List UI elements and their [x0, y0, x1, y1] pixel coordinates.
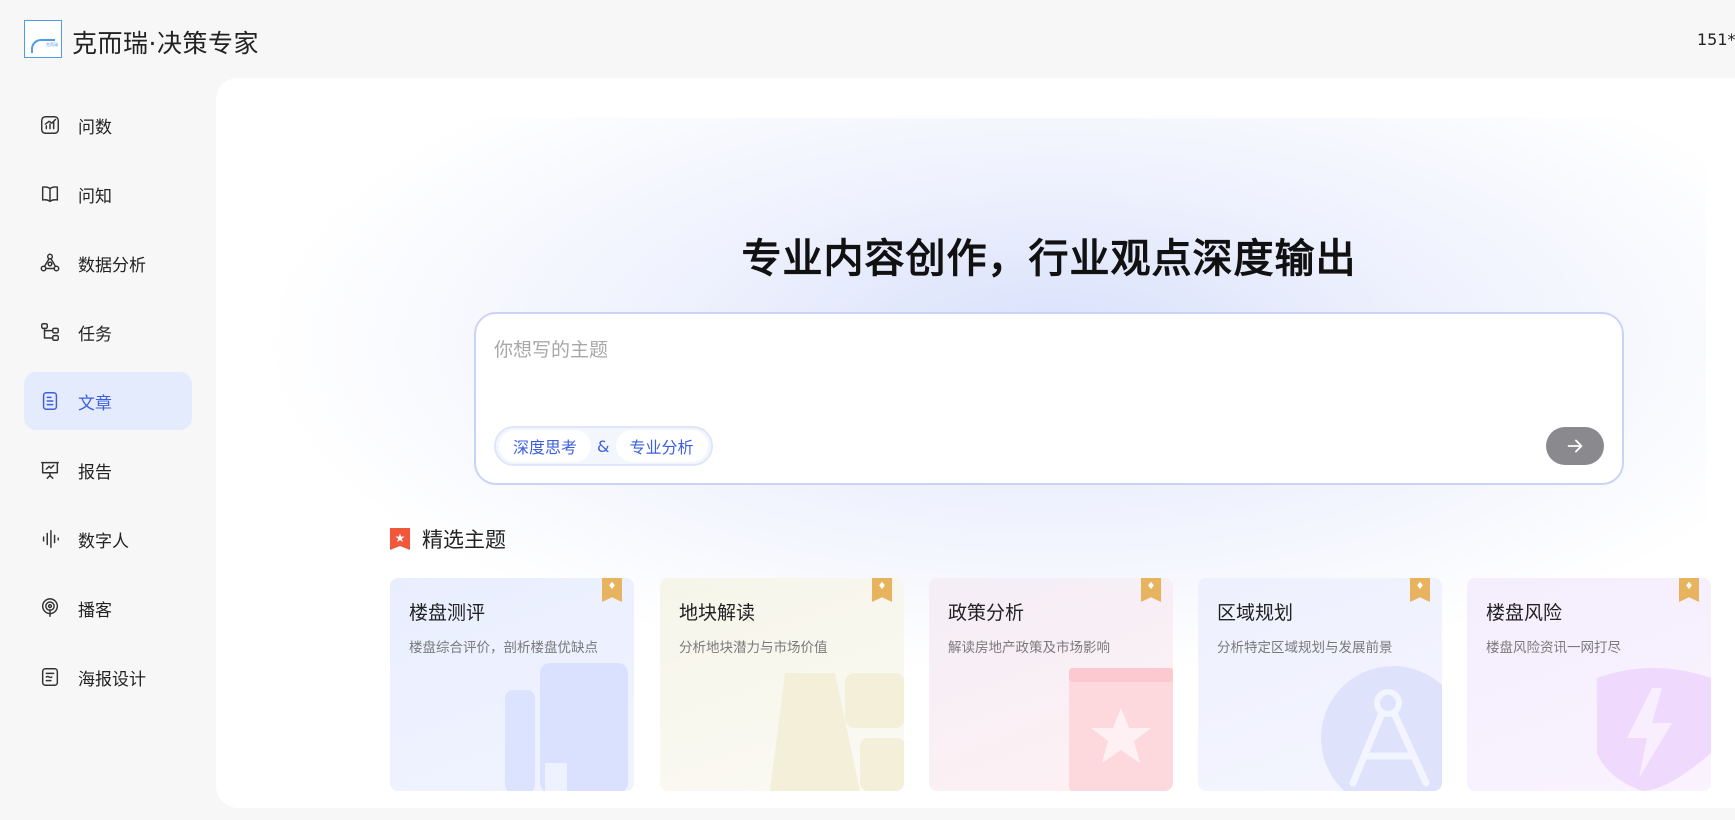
sidebar-item-articles[interactable]: 文章 — [24, 372, 192, 430]
sidebar-item-digital-human[interactable]: 数字人 — [24, 510, 192, 568]
presentation-icon — [38, 458, 62, 482]
featured-topics-header: ★ 精选主题 — [390, 524, 506, 554]
chart-icon — [38, 113, 62, 137]
topic-card-property-review[interactable]: 楼盘测评 楼盘综合评价，剖析楼盘优缺点 ♦ — [390, 578, 634, 791]
sidebar-item-label: 播客 — [78, 600, 112, 621]
sidebar-item-label: 报告 — [78, 462, 112, 483]
card-description: 楼盘综合评价，剖析楼盘优缺点 — [409, 640, 598, 656]
document-icon — [38, 389, 62, 413]
card-description: 分析地块潜力与市场价值 — [679, 640, 828, 656]
sidebar-item-reports[interactable]: 报告 — [24, 441, 192, 499]
sidebar-item-label: 问知 — [78, 186, 112, 207]
topic-card-regional-planning[interactable]: 区域规划 分析特定区域规划与发展前景 ♦ — [1198, 578, 1442, 791]
book-icon — [38, 182, 62, 206]
user-account[interactable]: 151** — [1697, 30, 1735, 49]
sidebar-item-tasks[interactable]: 任务 — [24, 303, 192, 361]
brand-logo[interactable]: 克而瑞 — [24, 20, 62, 58]
sidebar-item-label: 任务 — [78, 324, 112, 345]
mode-chip-group: 深度思考 & 专业分析 — [494, 426, 713, 466]
sidebar-item-wenzhi[interactable]: 问知 — [24, 165, 192, 223]
main-panel: 专业内容创作，行业观点深度输出 深度思考 & 专业分析 ★ 精选主题 楼盘测评 … — [216, 78, 1735, 808]
logo-text: 克而瑞 — [46, 42, 58, 47]
card-title: 楼盘测评 — [409, 602, 486, 624]
sidebar-item-label: 问数 — [78, 117, 112, 138]
network-icon — [38, 251, 62, 275]
card-title: 地块解读 — [679, 602, 756, 624]
card-title: 楼盘风险 — [1486, 602, 1563, 624]
chip-deep-thinking[interactable]: 深度思考 — [499, 430, 592, 462]
waveform-icon — [38, 527, 62, 551]
card-description: 分析特定区域规划与发展前景 — [1217, 640, 1393, 656]
sidebar-item-label: 海报设计 — [78, 669, 146, 690]
card-title: 区域规划 — [1217, 602, 1294, 624]
chip-professional-analysis[interactable]: 专业分析 — [615, 430, 708, 462]
tree-icon — [38, 320, 62, 344]
top-bar: 克而瑞 克而瑞·决策专家 151** — [0, 0, 1735, 78]
sidebar-item-data-analysis[interactable]: 数据分析 — [24, 234, 192, 292]
poster-icon — [38, 665, 62, 689]
sidebar-item-label: 文章 — [78, 393, 112, 414]
podcast-icon — [38, 596, 62, 620]
topic-card-land-analysis[interactable]: 地块解读 分析地块潜力与市场价值 ♦ — [660, 578, 904, 791]
topic-input[interactable] — [494, 332, 1594, 368]
card-description: 解读房地产政策及市场影响 — [948, 640, 1110, 656]
topic-composer: 深度思考 & 专业分析 — [474, 312, 1624, 485]
topic-card-policy-analysis[interactable]: 政策分析 解读房地产政策及市场影响 ♦ — [929, 578, 1173, 791]
sidebar-item-podcast[interactable]: 播客 — [24, 579, 192, 637]
card-description: 楼盘风险资讯一网打尽 — [1486, 640, 1621, 656]
sidebar-item-label: 数据分析 — [78, 255, 146, 276]
topic-card-property-risk[interactable]: 楼盘风险 楼盘风险资讯一网打尽 ♦ — [1467, 578, 1711, 791]
arrow-right-icon — [1567, 439, 1583, 453]
star-bookmark-icon: ★ — [390, 528, 410, 550]
sidebar-item-poster-design[interactable]: 海报设计 — [24, 648, 192, 706]
page-title: 专业内容创作，行业观点深度输出 — [741, 236, 1357, 282]
send-button[interactable] — [1546, 427, 1604, 465]
card-title: 政策分析 — [948, 602, 1025, 624]
brand-name: 克而瑞·决策专家 — [72, 29, 259, 58]
section-title: 精选主题 — [422, 528, 506, 552]
chip-joiner: & — [597, 436, 610, 456]
sidebar-item-label: 数字人 — [78, 531, 129, 552]
sidebar-item-wenshu[interactable]: 问数 — [24, 96, 192, 154]
